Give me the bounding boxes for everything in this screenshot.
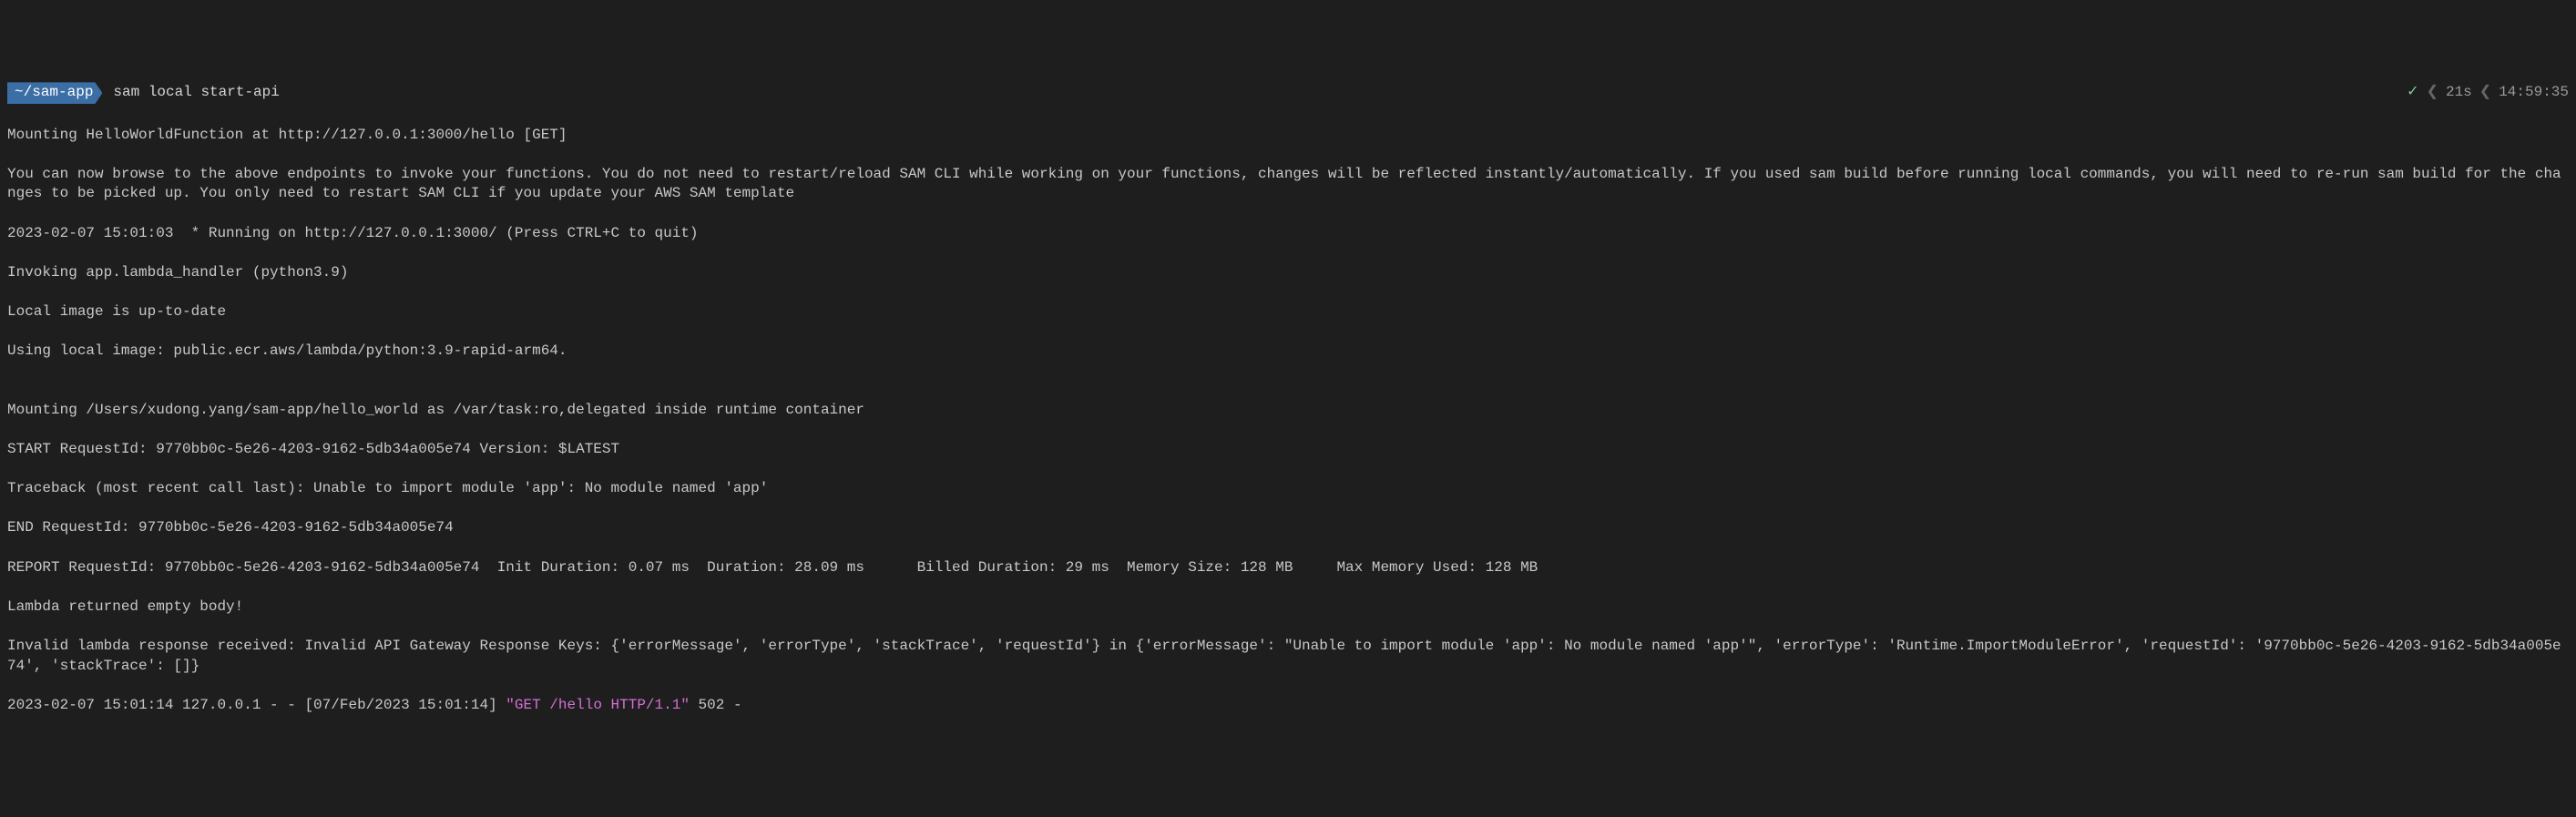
output-line: Mounting /Users/xudong.yang/sam-app/hell… bbox=[7, 401, 2569, 421]
command-time: 14:59:35 bbox=[2499, 83, 2569, 103]
output-line: Traceback (most recent call last): Unabl… bbox=[7, 479, 2569, 499]
prompt-left: ~/sam-app sam local start-api bbox=[7, 82, 280, 104]
output-line: END RequestId: 9770bb0c-5e26-4203-9162-5… bbox=[7, 518, 2569, 538]
command-duration: 21s bbox=[2446, 83, 2472, 103]
status-check-icon: ✓ bbox=[2407, 83, 2418, 103]
output-line: Local image is up-to-date bbox=[7, 302, 2569, 322]
prompt-path-badge: ~/sam-app bbox=[7, 82, 102, 104]
angle-left-icon: ❮ bbox=[2479, 83, 2491, 103]
http-status: 502 - bbox=[690, 697, 742, 713]
output-line: 2023-02-07 15:01:03 * Running on http://… bbox=[7, 224, 2569, 244]
prompt-status: ✓ ❮ 21s ❮ 14:59:35 bbox=[2407, 83, 2569, 103]
output-line: Lambda returned empty body! bbox=[7, 597, 2569, 618]
prompt-path: ~/sam-app bbox=[15, 84, 93, 100]
prompt-line: ~/sam-app sam local start-api ✓ ❮ 21s ❮ … bbox=[7, 82, 2569, 104]
output-line: Invoking app.lambda_handler (python3.9) bbox=[7, 263, 2569, 283]
output-line: Using local image: public.ecr.aws/lambda… bbox=[7, 342, 2569, 362]
http-request: "GET /hello HTTP/1.1" bbox=[506, 697, 690, 713]
output-line: You can now browse to the above endpoint… bbox=[7, 165, 2569, 204]
output-line: REPORT RequestId: 9770bb0c-5e26-4203-916… bbox=[7, 558, 2569, 578]
output-line: Invalid lambda response received: Invali… bbox=[7, 637, 2569, 676]
output-line: START RequestId: 9770bb0c-5e26-4203-9162… bbox=[7, 440, 2569, 460]
angle-left-icon: ❮ bbox=[2427, 83, 2438, 103]
output-line: Mounting HelloWorldFunction at http://12… bbox=[7, 126, 2569, 146]
command-input[interactable]: sam local start-api bbox=[113, 83, 279, 103]
http-log-line: 2023-02-07 15:01:14 127.0.0.1 - - [07/Fe… bbox=[7, 696, 2569, 716]
http-log-prefix: 2023-02-07 15:01:14 127.0.0.1 - - [07/Fe… bbox=[7, 697, 506, 713]
